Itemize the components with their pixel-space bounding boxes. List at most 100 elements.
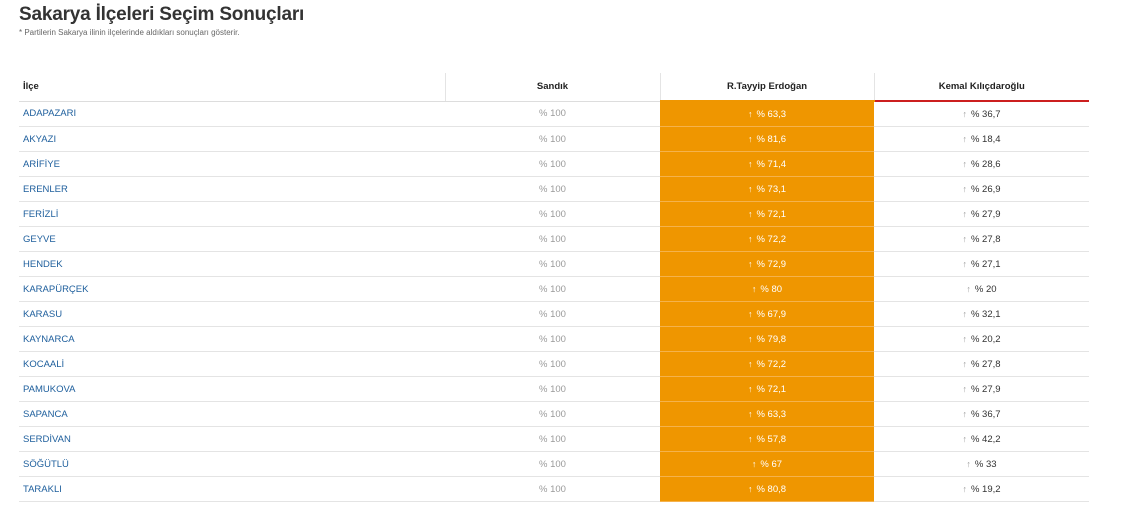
district-link[interactable]: FERİZLİ — [19, 201, 445, 227]
arrow-up-icon: ↑ — [962, 108, 967, 119]
arrow-up-icon: ↑ — [962, 358, 967, 369]
erdogan-result-cell: ↑% 73,1 — [660, 176, 874, 202]
district-link[interactable]: SAPANCA — [19, 401, 445, 427]
table-row: KAYNARCA% 100 ↑% 79,8 ↑% 20,2 — [19, 326, 1089, 352]
arrow-up-icon: ↑ — [747, 408, 753, 419]
arrow-up-icon: ↑ — [747, 233, 753, 244]
district-link[interactable]: SERDİVAN — [19, 426, 445, 452]
ballot-box-percentage: % 100 — [445, 326, 660, 352]
ballot-box-percentage: % 100 — [445, 451, 660, 477]
kilicdaroglu-result-value: % 36,7 — [970, 108, 1001, 120]
erdogan-result-cell: ↑% 57,8 — [660, 426, 874, 452]
column-header-sandik[interactable]: Sandık — [444, 73, 660, 102]
erdogan-result-cell: ↑% 80,8 — [660, 476, 874, 502]
district-link[interactable]: ERENLER — [19, 176, 445, 202]
column-header-ilce[interactable]: İlçe — [19, 73, 445, 102]
arrow-up-icon: ↑ — [966, 283, 971, 294]
ballot-box-percentage: % 100 — [445, 476, 660, 502]
table-row: KARASU% 100 ↑% 67,9 ↑% 32,1 — [19, 301, 1089, 327]
kilicdaroglu-result-cell: ↑% 27,1 — [874, 251, 1089, 277]
district-link[interactable]: KARASU — [19, 301, 445, 327]
arrow-up-icon: ↑ — [747, 208, 753, 219]
table-row: KARAPÜRÇEK% 100 ↑% 80 ↑% 20 — [19, 276, 1089, 302]
kilicdaroglu-result-cell: ↑% 36,7 — [874, 101, 1089, 127]
kilicdaroglu-result-cell: ↑% 32,1 — [874, 301, 1089, 327]
table-row: GEYVE% 100 ↑% 72,2 ↑% 27,8 — [19, 226, 1089, 252]
kilicdaroglu-result-cell: ↑% 42,2 — [874, 426, 1089, 452]
ballot-box-percentage: % 100 — [445, 276, 660, 302]
table-row: ARİFİYE% 100 ↑% 71,4 ↑% 28,6 — [19, 151, 1089, 177]
district-link[interactable]: SÖĞÜTLÜ — [19, 451, 445, 477]
ballot-box-percentage: % 100 — [445, 251, 660, 277]
kilicdaroglu-result-cell: ↑% 26,9 — [874, 176, 1089, 202]
district-link[interactable]: KOCAALİ — [19, 351, 445, 377]
table-row: SERDİVAN% 100 ↑% 57,8 ↑% 42,2 — [19, 426, 1089, 452]
arrow-up-icon: ↑ — [751, 458, 757, 469]
erdogan-result-cell: ↑% 72,2 — [660, 351, 874, 377]
arrow-up-icon: ↑ — [747, 333, 753, 344]
arrow-up-icon: ↑ — [966, 458, 971, 469]
arrow-up-icon: ↑ — [747, 183, 753, 194]
erdogan-result-value: % 80,8 — [756, 483, 787, 495]
erdogan-result-cell: ↑% 63,3 — [660, 101, 874, 127]
erdogan-result-value: % 72,1 — [756, 208, 787, 220]
table-row: SÖĞÜTLÜ% 100 ↑% 67 ↑% 33 — [19, 451, 1089, 477]
arrow-up-icon: ↑ — [747, 308, 753, 319]
kilicdaroglu-result-value: % 20 — [974, 283, 997, 295]
arrow-up-icon: ↑ — [747, 383, 753, 394]
arrow-up-icon: ↑ — [962, 408, 967, 419]
district-link[interactable]: ARİFİYE — [19, 151, 445, 177]
ballot-box-percentage: % 100 — [445, 101, 660, 127]
kilicdaroglu-result-cell: ↑% 27,8 — [874, 226, 1089, 252]
district-link[interactable]: ADAPAZARI — [19, 101, 445, 127]
kilicdaroglu-result-value: % 19,2 — [970, 483, 1001, 495]
arrow-up-icon: ↑ — [747, 133, 753, 144]
arrow-up-icon: ↑ — [962, 183, 967, 194]
page-title: Sakarya İlçeleri Seçim Sonuçları — [19, 4, 305, 25]
district-link[interactable]: KARAPÜRÇEK — [19, 276, 445, 302]
ballot-box-percentage: % 100 — [445, 226, 660, 252]
ballot-box-percentage: % 100 — [445, 376, 660, 402]
kilicdaroglu-result-cell: ↑% 19,2 — [874, 476, 1089, 502]
district-link[interactable]: HENDEK — [19, 251, 445, 277]
erdogan-result-cell: ↑% 80 — [660, 276, 874, 302]
erdogan-result-cell: ↑% 72,2 — [660, 226, 874, 252]
erdogan-result-value: % 63,3 — [756, 408, 787, 420]
arrow-up-icon: ↑ — [962, 433, 967, 444]
page-subtitle: * Partilerin Sakarya ilinin ilçelerinde … — [19, 28, 240, 37]
table-row: KOCAALİ% 100 ↑% 72,2 ↑% 27,8 — [19, 351, 1089, 377]
table-row: SAPANCA% 100 ↑% 63,3 ↑% 36,7 — [19, 401, 1089, 427]
kilicdaroglu-result-cell: ↑% 27,9 — [874, 376, 1089, 402]
ballot-box-percentage: % 100 — [445, 301, 660, 327]
erdogan-result-cell: ↑% 79,8 — [660, 326, 874, 352]
ballot-box-percentage: % 100 — [445, 201, 660, 227]
kilicdaroglu-result-cell: ↑% 33 — [874, 451, 1089, 477]
kilicdaroglu-result-cell: ↑% 18,4 — [874, 126, 1089, 152]
district-link[interactable]: PAMUKOVA — [19, 376, 445, 402]
column-header-candidate-kilicdaroglu[interactable]: Kemal Kılıçdaroğlu — [873, 73, 1089, 102]
district-link[interactable]: TARAKLI — [19, 476, 445, 502]
kilicdaroglu-result-value: % 36,7 — [970, 408, 1001, 420]
district-link[interactable]: KAYNARCA — [19, 326, 445, 352]
kilicdaroglu-result-value: % 27,8 — [970, 233, 1001, 245]
kilicdaroglu-result-value: % 32,1 — [970, 308, 1001, 320]
column-header-candidate-erdogan[interactable]: R.Tayyip Erdoğan — [659, 73, 874, 102]
district-link[interactable]: GEYVE — [19, 226, 445, 252]
arrow-up-icon: ↑ — [751, 283, 757, 294]
erdogan-result-value: % 71,4 — [756, 158, 787, 170]
erdogan-result-cell: ↑% 72,1 — [660, 201, 874, 227]
erdogan-result-value: % 80 — [760, 283, 783, 295]
district-link[interactable]: AKYAZI — [19, 126, 445, 152]
ballot-box-percentage: % 100 — [445, 351, 660, 377]
kilicdaroglu-result-value: % 28,6 — [970, 158, 1001, 170]
kilicdaroglu-result-cell: ↑% 20,2 — [874, 326, 1089, 352]
arrow-up-icon: ↑ — [962, 133, 967, 144]
table-header-row: İlçe Sandık R.Tayyip Erdoğan Kemal Kılıç… — [19, 73, 1089, 102]
arrow-up-icon: ↑ — [962, 158, 967, 169]
page: Sakarya İlçeleri Seçim Sonuçları * Parti… — [0, 0, 1131, 510]
kilicdaroglu-result-value: % 26,9 — [970, 183, 1001, 195]
kilicdaroglu-result-cell: ↑% 20 — [874, 276, 1089, 302]
erdogan-result-cell: ↑% 63,3 — [660, 401, 874, 427]
table-row: TARAKLI% 100 ↑% 80,8 ↑% 19,2 — [19, 476, 1089, 502]
kilicdaroglu-result-value: % 18,4 — [970, 133, 1001, 145]
